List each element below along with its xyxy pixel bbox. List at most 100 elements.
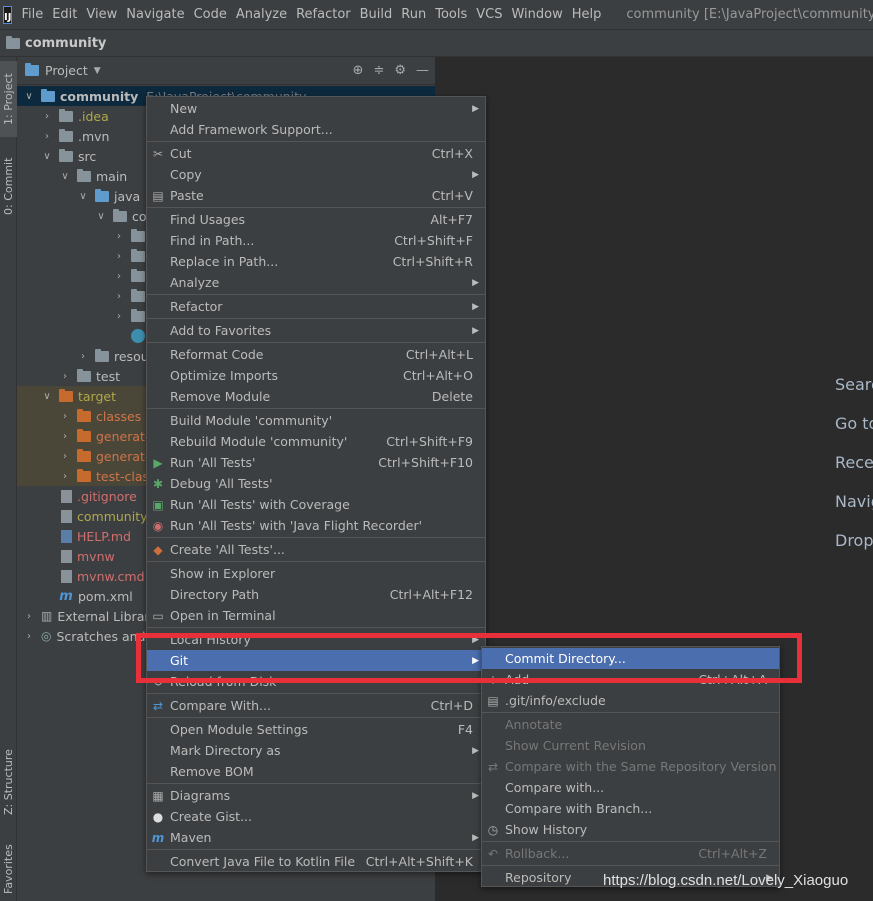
create-test-icon: ◆ (153, 542, 163, 557)
menu-item-convert-to-kotlin[interactable]: Convert Java File to Kotlin File Ctrl+Alt… (147, 851, 485, 872)
menu-item-git-exclude[interactable]: ▤ .git/info/exclude (482, 690, 779, 711)
chevron-right-icon[interactable]: › (113, 311, 125, 322)
menu-analyze[interactable]: Analyze (236, 7, 287, 22)
chevron-down-icon[interactable]: ∨ (95, 211, 107, 222)
menu-item-analyze[interactable]: Analyze ▶ (147, 272, 485, 293)
menu-window[interactable]: Window (511, 7, 562, 22)
project-view-selector[interactable]: Project (45, 63, 88, 78)
menu-item-compare-same-repo[interactable]: ⇄ Compare with the Same Repository Versio… (482, 756, 779, 777)
menu-item-cut[interactable]: ✂ Cut Ctrl+X (147, 143, 485, 164)
chevron-right-icon[interactable]: › (41, 111, 53, 122)
menu-item-remove-bom[interactable]: Remove BOM (147, 761, 485, 782)
chevron-right-icon[interactable]: › (59, 451, 71, 462)
collapse-all-icon[interactable]: ≑ (373, 63, 384, 78)
menu-run[interactable]: Run (401, 7, 426, 22)
tool-tab-project[interactable]: 1: Project (0, 61, 17, 137)
menu-item-copy[interactable]: Copy ▶ (147, 164, 485, 185)
folder-icon (59, 128, 73, 142)
menu-item-debug-all-tests[interactable]: ✱ Debug 'All Tests' (147, 473, 485, 494)
menu-item-compare-with[interactable]: Compare with... (482, 777, 779, 798)
menu-item-run-all-tests[interactable]: ▶ Run 'All Tests' Ctrl+Shift+F10 (147, 452, 485, 473)
chevron-right-icon[interactable]: › (113, 291, 125, 302)
menu-item-create-all-tests[interactable]: ◆ Create 'All Tests'... (147, 539, 485, 560)
folder-icon (77, 168, 91, 182)
menu-item-build-module[interactable]: Build Module 'community' (147, 410, 485, 431)
menu-navigate[interactable]: Navigate (126, 7, 184, 22)
menu-item-add-framework[interactable]: Add Framework Support... (147, 119, 485, 140)
menu-code[interactable]: Code (194, 7, 227, 22)
tree-label: test (96, 368, 121, 384)
locate-icon[interactable]: ⊕ (353, 63, 364, 78)
menu-separator (482, 712, 779, 713)
menu-item-label: Compare With... (170, 698, 271, 713)
chevron-right-icon[interactable]: › (41, 131, 53, 142)
menu-item-find-in-path[interactable]: Find in Path... Ctrl+Shift+F (147, 230, 485, 251)
gear-icon[interactable]: ⚙ (394, 63, 406, 78)
tool-tab-commit[interactable]: 0: Commit (0, 145, 17, 227)
menu-item-diagrams[interactable]: ▦ Diagrams ▶ (147, 785, 485, 806)
menu-item-open-module-settings[interactable]: Open Module Settings F4 (147, 719, 485, 740)
menu-item-show-in-explorer[interactable]: Show in Explorer (147, 563, 485, 584)
menu-item-add-to-favorites[interactable]: Add to Favorites ▶ (147, 320, 485, 341)
menu-item-new[interactable]: New ▶ (147, 98, 485, 119)
breadcrumb-project[interactable]: community (25, 36, 106, 51)
menu-item-shortcut: Ctrl+Alt+Z (698, 846, 767, 861)
menu-separator (147, 717, 485, 718)
menu-item-compare-with[interactable]: ⇄ Compare With... Ctrl+D (147, 695, 485, 716)
chevron-down-icon[interactable]: ∨ (59, 171, 71, 182)
chevron-right-icon[interactable]: › (23, 611, 35, 622)
minimize-icon[interactable]: — (416, 63, 429, 78)
menu-item-annotate[interactable]: Annotate (482, 714, 779, 735)
menu-vcs[interactable]: VCS (476, 7, 502, 22)
menu-item-reformat-code[interactable]: Reformat Code Ctrl+Alt+L (147, 344, 485, 365)
menu-item-run-with-jfr[interactable]: ◉ Run 'All Tests' with 'Java Flight Recor… (147, 515, 485, 536)
menu-item-rollback[interactable]: ↶ Rollback... Ctrl+Alt+Z (482, 843, 779, 864)
project-panel-header: Project ▼ ⊕ ≑ ⚙ — (17, 57, 435, 85)
menu-item-directory-path[interactable]: Directory Path Ctrl+Alt+F12 (147, 584, 485, 605)
chevron-right-icon[interactable]: › (59, 371, 71, 382)
menu-edit[interactable]: Edit (52, 7, 77, 22)
menu-item-label: Repository (505, 870, 572, 885)
menu-build[interactable]: Build (360, 7, 393, 22)
menu-view[interactable]: View (86, 7, 117, 22)
menu-item-label: Refactor (170, 299, 223, 314)
menu-item-open-in-terminal[interactable]: ▭ Open in Terminal (147, 605, 485, 626)
file-icon (61, 489, 72, 503)
tool-tab-structure[interactable]: Z: Structure (0, 737, 17, 827)
chevron-down-icon[interactable]: ∨ (77, 191, 89, 202)
menu-file[interactable]: File (21, 7, 43, 22)
chevron-right-icon[interactable]: › (59, 471, 71, 482)
chevron-right-icon[interactable]: › (77, 351, 89, 362)
menu-item-create-gist[interactable]: ● Create Gist... (147, 806, 485, 827)
menu-refactor[interactable]: Refactor (296, 7, 351, 22)
menu-item-label: Run 'All Tests' with Coverage (170, 497, 350, 512)
menu-item-maven[interactable]: m Maven ▶ (147, 827, 485, 848)
chevron-right-icon[interactable]: › (113, 271, 125, 282)
chevron-right-icon[interactable]: › (113, 251, 125, 262)
menu-item-remove-module[interactable]: Remove Module Delete (147, 386, 485, 407)
tool-tab-favorites[interactable]: Favorites (0, 837, 17, 901)
editor-hint: Go to (835, 414, 873, 433)
menu-item-mark-directory-as[interactable]: Mark Directory as ▶ (147, 740, 485, 761)
chevron-down-icon[interactable]: ▼ (94, 66, 101, 76)
chevron-right-icon[interactable]: › (59, 431, 71, 442)
menu-item-paste[interactable]: ▤ Paste Ctrl+V (147, 185, 485, 206)
menu-item-optimize-imports[interactable]: Optimize Imports Ctrl+Alt+O (147, 365, 485, 386)
menu-tools[interactable]: Tools (435, 7, 467, 22)
chevron-down-icon[interactable]: ∨ (23, 91, 35, 102)
tree-label: src (78, 148, 97, 164)
chevron-down-icon[interactable]: ∨ (41, 151, 53, 162)
menu-help[interactable]: Help (572, 7, 602, 22)
chevron-right-icon[interactable]: › (59, 411, 71, 422)
menu-item-compare-with-branch[interactable]: Compare with Branch... (482, 798, 779, 819)
menu-item-find-usages[interactable]: Find Usages Alt+F7 (147, 209, 485, 230)
menu-item-refactor[interactable]: Refactor ▶ (147, 296, 485, 317)
menu-item-rebuild-module[interactable]: Rebuild Module 'community' Ctrl+Shift+F9 (147, 431, 485, 452)
menu-item-run-with-coverage[interactable]: ▣ Run 'All Tests' with Coverage (147, 494, 485, 515)
menu-item-show-history[interactable]: ◷ Show History (482, 819, 779, 840)
menu-item-show-current-revision[interactable]: Show Current Revision (482, 735, 779, 756)
menu-item-replace-in-path[interactable]: Replace in Path... Ctrl+Shift+R (147, 251, 485, 272)
chevron-right-icon[interactable]: › (113, 231, 125, 242)
chevron-down-icon[interactable]: ∨ (41, 391, 53, 402)
chevron-right-icon[interactable]: › (23, 631, 35, 642)
